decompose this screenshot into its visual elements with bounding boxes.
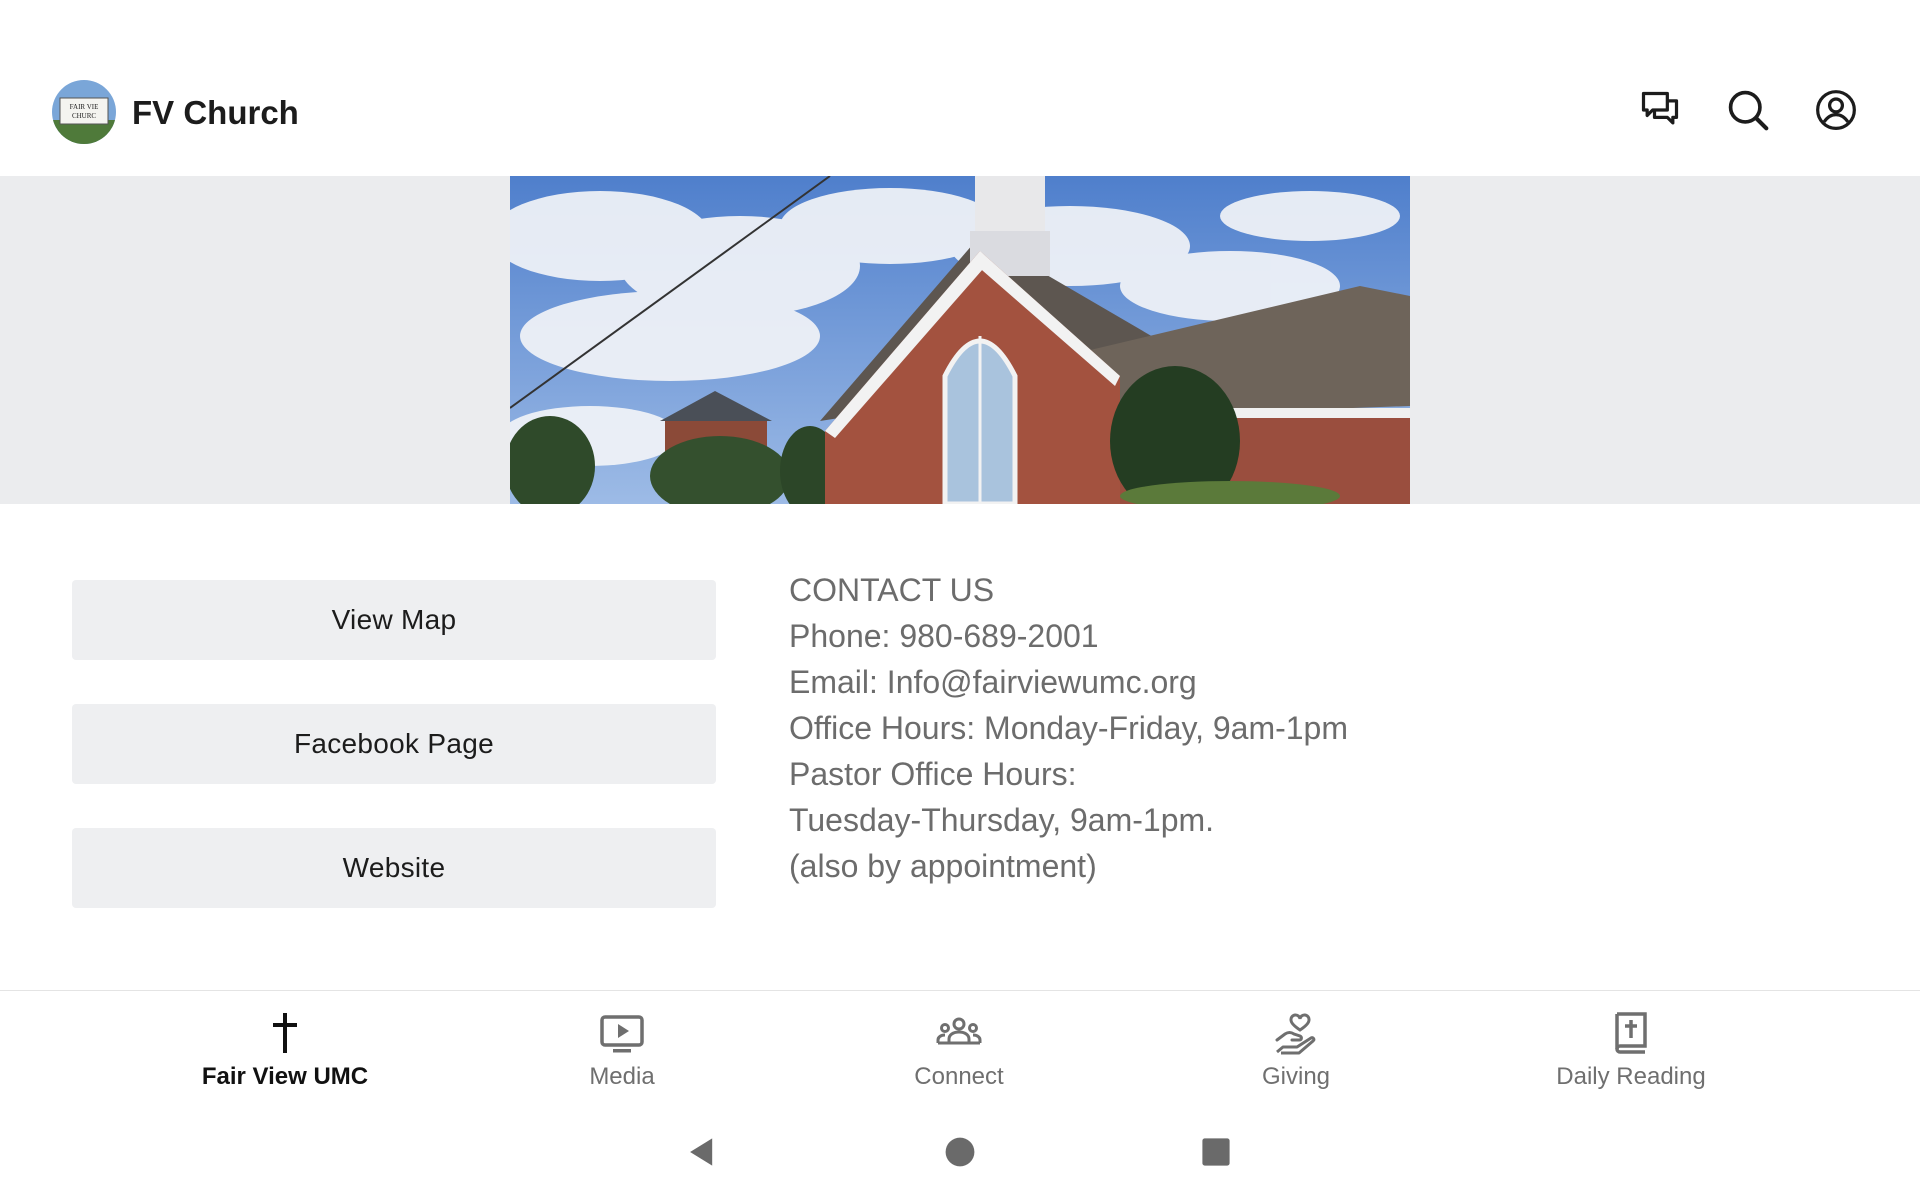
church-logo[interactable]: FAIR VIE CHURC (52, 80, 116, 144)
nav-tab-connect[interactable]: Connect (839, 991, 1079, 1103)
church-building-image (510, 176, 1410, 504)
recents-button[interactable] (1196, 1132, 1236, 1172)
search-icon (1728, 90, 1769, 131)
nav-tab-giving[interactable]: Giving (1176, 991, 1416, 1103)
contact-info: CONTACT US Phone: 980-689-2001 Email: In… (789, 567, 1348, 889)
chat-icon (1641, 91, 1679, 125)
app-title: FV Church (132, 94, 299, 131)
search-button[interactable] (1724, 86, 1772, 134)
contact-phone: Phone: 980-689-2001 (789, 618, 1099, 654)
facebook-page-button[interactable]: Facebook Page (72, 704, 716, 784)
nav-tab-media[interactable]: Media (502, 991, 742, 1103)
nav-label: Giving (1261, 1063, 1331, 1090)
recents-icon (1202, 1138, 1230, 1166)
chat-button[interactable] (1636, 86, 1684, 134)
nav-label: Fair View UMC (201, 1063, 369, 1090)
home-icon (945, 1137, 975, 1167)
contact-pastor-hours: Tuesday-Thursday, 9am-1pm. (789, 802, 1215, 838)
contact-email: Email: Info@fairviewumc.org (789, 664, 1197, 700)
account-icon (1816, 90, 1856, 130)
contact-pastor-hours-label: Pastor Office Hours: (789, 756, 1077, 792)
home-button[interactable] (940, 1132, 980, 1172)
back-icon (690, 1138, 713, 1166)
system-navigation-bar (0, 1102, 1920, 1200)
people-icon (936, 1017, 982, 1045)
cross-icon (273, 1013, 297, 1053)
nav-label: Connect (914, 1063, 1004, 1090)
contact-office-hours: Office Hours: Monday-Friday, 9am-1pm (789, 710, 1348, 746)
logo-image: FAIR VIE CHURC (52, 80, 116, 144)
svg-text:CHURC: CHURC (72, 112, 96, 120)
media-icon (600, 1015, 644, 1053)
banner (0, 176, 1920, 504)
giving-icon (1275, 1013, 1316, 1055)
website-button[interactable]: Website (72, 828, 716, 908)
church-photo (510, 176, 1410, 504)
back-button[interactable] (682, 1132, 722, 1172)
svg-text:FAIR VIE: FAIR VIE (70, 103, 99, 111)
nav-label: Daily Reading (1556, 1063, 1706, 1090)
nav-label: Media (589, 1063, 655, 1090)
contact-heading: CONTACT US (789, 572, 995, 608)
contact-appointment-note: (also by appointment) (789, 848, 1097, 884)
nav-tab-daily-reading[interactable]: Daily Reading (1511, 991, 1751, 1103)
nav-tab-fair-view-umc[interactable]: Fair View UMC (165, 991, 405, 1103)
view-map-button[interactable]: View Map (72, 580, 716, 660)
app-header: FAIR VIE CHURC FV Church (0, 54, 1920, 176)
bible-icon (1615, 1012, 1647, 1054)
account-button[interactable] (1812, 86, 1860, 134)
bottom-navigation: Fair View UMC Media Connect Giving Daily… (0, 990, 1920, 1103)
